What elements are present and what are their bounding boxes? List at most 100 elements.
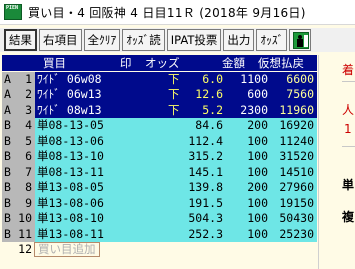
header-odds: オッズ	[145, 55, 180, 70]
row-payout: 25230	[279, 226, 314, 241]
side-label-place: 複	[342, 210, 355, 224]
title-bar: PIEN 買い目・4 回阪神 4 日目11Ｒ (2018年 9月16日)	[0, 0, 355, 25]
table-row[interactable]: B 10 単13-08-10 504.3 100 50430	[2, 211, 317, 227]
row-group: B	[4, 118, 11, 133]
exit-button[interactable]	[289, 29, 312, 51]
read-odds-button[interactable]: ｵｯｽﾞ読	[122, 29, 165, 51]
row-group: B	[4, 226, 11, 241]
row-payout: 6600	[286, 71, 314, 86]
side-panel: 着 人 1 単 複	[320, 55, 355, 269]
table-row[interactable]: B 9 単13-08-06 191.5 100 19150	[2, 195, 317, 211]
row-odds: 139.8	[188, 180, 223, 195]
row-group: B	[4, 211, 11, 226]
row-odds: 6.0	[202, 71, 223, 86]
row-group: A	[4, 87, 11, 102]
side-label-popularity: 人	[342, 103, 355, 117]
row-payout: 11240	[279, 133, 314, 148]
row-amount[interactable]: 1100	[224, 72, 268, 87]
row-amount[interactable]: 100	[224, 227, 268, 242]
ipat-vote-button[interactable]: IPAT投票	[166, 29, 222, 51]
row-payout: 50430	[279, 211, 314, 226]
row-amount[interactable]: 100	[224, 134, 268, 149]
row-odds: 5.2	[202, 102, 223, 117]
row-group: B	[4, 180, 11, 195]
side-label-finish: 着	[342, 63, 355, 77]
window-title: 買い目・4 回阪神 4 日目11Ｒ (2018年 9月16日)	[28, 5, 306, 20]
row-item: 単08-13-10	[37, 149, 104, 164]
row-item: 単13-08-06	[37, 195, 104, 210]
header-payout: 仮想払戻	[258, 55, 304, 70]
header-item: 買目	[43, 55, 66, 70]
row-group: B	[4, 164, 11, 179]
row-group: B	[4, 149, 11, 164]
row-payout: 14510	[279, 164, 314, 179]
row-payout: 16920	[279, 118, 314, 133]
row-odds: 84.6	[195, 118, 223, 133]
table-row[interactable]: A 1 ﾜｲﾄﾞ 06w08 下 6.0 1100 6600	[2, 71, 317, 87]
grid-header: 買目 印 オッズ 金額 仮想払戻	[2, 55, 317, 71]
header-mark: 印	[120, 55, 132, 70]
row-item: 単08-13-06	[37, 133, 104, 148]
table-row[interactable]: B 11 単13-08-11 252.3 100 25230	[2, 226, 317, 242]
row-number: 4	[25, 118, 32, 133]
table-row[interactable]: A 2 ﾜｲﾄﾞ 06w13 下 12.6 600 7560	[2, 87, 317, 103]
table-row[interactable]: B 7 単08-13-11 145.1 100 14510	[2, 164, 317, 180]
add-bet-button[interactable]: 買い目追加	[34, 242, 100, 257]
row-item: 単13-08-05	[37, 180, 104, 195]
table-row[interactable]: B 8 単13-08-05 139.8 200 27960	[2, 180, 317, 196]
add-row: 12 買い目追加	[2, 242, 317, 258]
toolbar: 結果 右項目 全ｸﾘｱ ｵｯｽﾞ読 IPAT投票 出力 ｵｯｽﾞ	[0, 28, 355, 52]
row-group: A	[4, 71, 11, 86]
row-number: 8	[25, 180, 32, 195]
row-group: B	[4, 195, 11, 210]
table-row[interactable]: B 4 単08-13-05 84.6 200 16920	[2, 118, 317, 134]
row-item: 単08-13-05	[37, 118, 104, 133]
bet-grid: 買目 印 オッズ 金額 仮想払戻 A 1 ﾜｲﾄﾞ 06w08 下 6.0 1100 660…	[2, 55, 317, 266]
row-odds: 252.3	[188, 226, 223, 241]
clear-all-button[interactable]: 全ｸﾘｱ	[83, 29, 121, 51]
row-group: B	[4, 133, 11, 148]
table-row[interactable]: B 6 単08-13-10 315.2 100 31520	[2, 149, 317, 165]
row-amount[interactable]: 600	[224, 87, 268, 102]
header-amount: 金額	[222, 55, 245, 70]
row-amount[interactable]: 200	[224, 118, 268, 133]
row-payout: 31520	[279, 149, 314, 164]
row-number: 11	[18, 226, 32, 241]
app-icon: PIEN	[4, 4, 22, 20]
row-number: 6	[25, 149, 32, 164]
result-button[interactable]: 結果	[4, 29, 37, 51]
row-number: 9	[25, 195, 32, 210]
row-amount[interactable]: 2300	[224, 103, 268, 118]
row-item: 単08-13-11	[37, 164, 104, 179]
row-amount[interactable]: 100	[224, 211, 268, 226]
row-number: 2	[25, 87, 32, 102]
row-item: ﾜｲﾄﾞ 08w13	[37, 102, 102, 117]
row-number: 12	[18, 242, 32, 257]
side-label-win: 単	[342, 178, 355, 192]
row-odds: 112.4	[188, 133, 223, 148]
row-item: ﾜｲﾄﾞ 06w13	[37, 87, 102, 102]
row-payout: 11960	[279, 102, 314, 117]
row-group: A	[4, 102, 11, 117]
row-number: 1	[25, 71, 32, 86]
row-odds: 145.1	[188, 164, 223, 179]
row-odds: 12.6	[195, 87, 223, 102]
row-odds: 315.2	[188, 149, 223, 164]
row-amount[interactable]: 100	[224, 165, 268, 180]
table-row[interactable]: B 5 単08-13-06 112.4 100 11240	[2, 133, 317, 149]
row-amount[interactable]: 200	[224, 180, 268, 195]
row-amount[interactable]: 100	[224, 196, 268, 211]
row-amount[interactable]: 100	[224, 149, 268, 164]
table-row[interactable]: A 3 ﾜｲﾄﾞ 08w13 下 5.2 2300 11960	[2, 102, 317, 118]
row-payout: 27960	[279, 180, 314, 195]
row-payout: 19150	[279, 195, 314, 210]
row-item: 単13-08-10	[37, 211, 104, 226]
row-odds: 504.3	[188, 211, 223, 226]
row-number: 3	[25, 102, 32, 117]
right-item-button[interactable]: 右項目	[39, 29, 82, 51]
output-button[interactable]: 出力	[223, 29, 255, 51]
side-label-value: 1	[344, 122, 352, 136]
app-icon-text: PIEN	[6, 5, 19, 11]
odds-button[interactable]: ｵｯｽﾞ	[256, 29, 288, 51]
row-odds: 191.5	[188, 195, 223, 210]
